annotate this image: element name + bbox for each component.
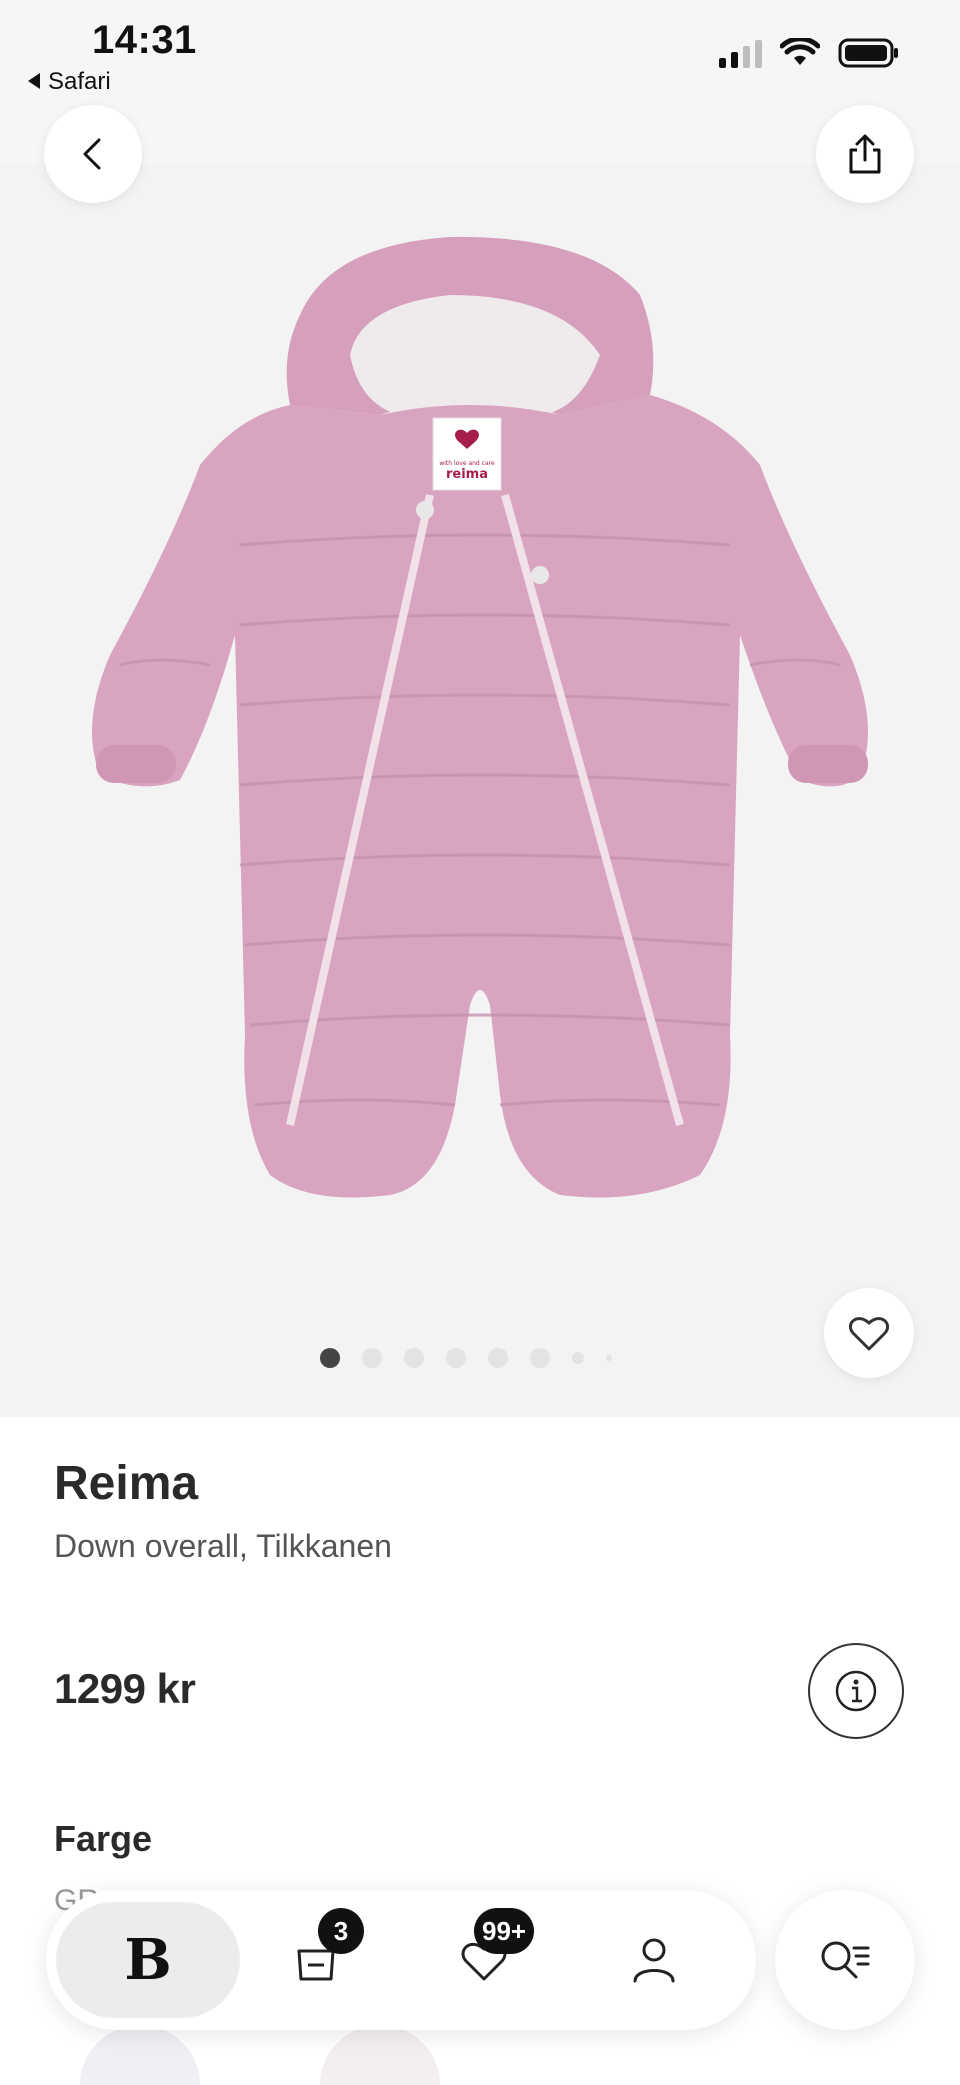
pagination-dot[interactable]: [362, 1348, 382, 1368]
product-name: Down overall, Tilkkanen: [54, 1528, 392, 1564]
color-thumbnail[interactable]: [80, 2025, 200, 2085]
battery-icon: [838, 38, 898, 68]
svg-text:reima: reima: [446, 467, 488, 482]
product-image: with love and care reima: [92, 236, 868, 1198]
search-button[interactable]: [775, 1890, 915, 2030]
status-bar: 14:31 Safari: [0, 0, 960, 165]
chevron-left-icon: [83, 138, 101, 170]
product-price: 1299 kr: [54, 1665, 196, 1712]
pagination-dot[interactable]: [446, 1348, 466, 1368]
search-list-icon: [821, 1941, 870, 1979]
wifi-icon: [780, 38, 820, 65]
gallery-pagination[interactable]: [320, 1348, 612, 1368]
bag-count-badge: 3: [318, 1908, 364, 1954]
nav-profile-button[interactable]: [614, 1920, 694, 2000]
nav-bag-button[interactable]: 3: [276, 1908, 364, 2000]
person-icon: [633, 1938, 675, 1983]
info-icon: [835, 1670, 877, 1712]
pagination-dot-active[interactable]: [320, 1348, 340, 1368]
pagination-dot[interactable]: [606, 1355, 612, 1361]
product-image-gallery[interactable]: with love and care reima: [0, 165, 960, 1417]
pagination-dot[interactable]: [530, 1348, 550, 1368]
svg-text:with love and care: with love and care: [439, 460, 495, 467]
nav-favorites-button[interactable]: 99+: [444, 1908, 535, 2000]
back-button[interactable]: [44, 105, 142, 203]
pagination-dot[interactable]: [488, 1348, 508, 1368]
cellular-signal-icon: [719, 38, 762, 68]
color-heading: Farge: [54, 1818, 153, 1859]
status-time: 14:31: [92, 18, 197, 62]
nav-home-button[interactable]: B: [56, 1902, 240, 2018]
pagination-dot[interactable]: [572, 1352, 584, 1364]
color-thumbnail[interactable]: [320, 2025, 440, 2085]
back-triangle-icon: [28, 72, 40, 89]
garment-body: [92, 395, 868, 1198]
status-icons: [719, 36, 900, 70]
favorites-count-badge: 99+: [474, 1908, 535, 1954]
color-thumbnails: [80, 2025, 440, 2085]
pagination-dot[interactable]: [404, 1348, 424, 1368]
back-app-label: Safari: [48, 68, 111, 95]
bottom-nav: B 3 99+: [46, 1890, 756, 2030]
back-to-app-link[interactable]: Safari: [28, 68, 111, 96]
favorite-button[interactable]: [824, 1288, 914, 1378]
price-info-button[interactable]: [808, 1643, 904, 1739]
home-logo: B: [124, 1927, 172, 1993]
product-brand[interactable]: Reima: [54, 1456, 198, 1511]
heart-icon: [848, 1317, 890, 1351]
share-button[interactable]: [816, 105, 914, 203]
share-icon: [849, 134, 881, 174]
